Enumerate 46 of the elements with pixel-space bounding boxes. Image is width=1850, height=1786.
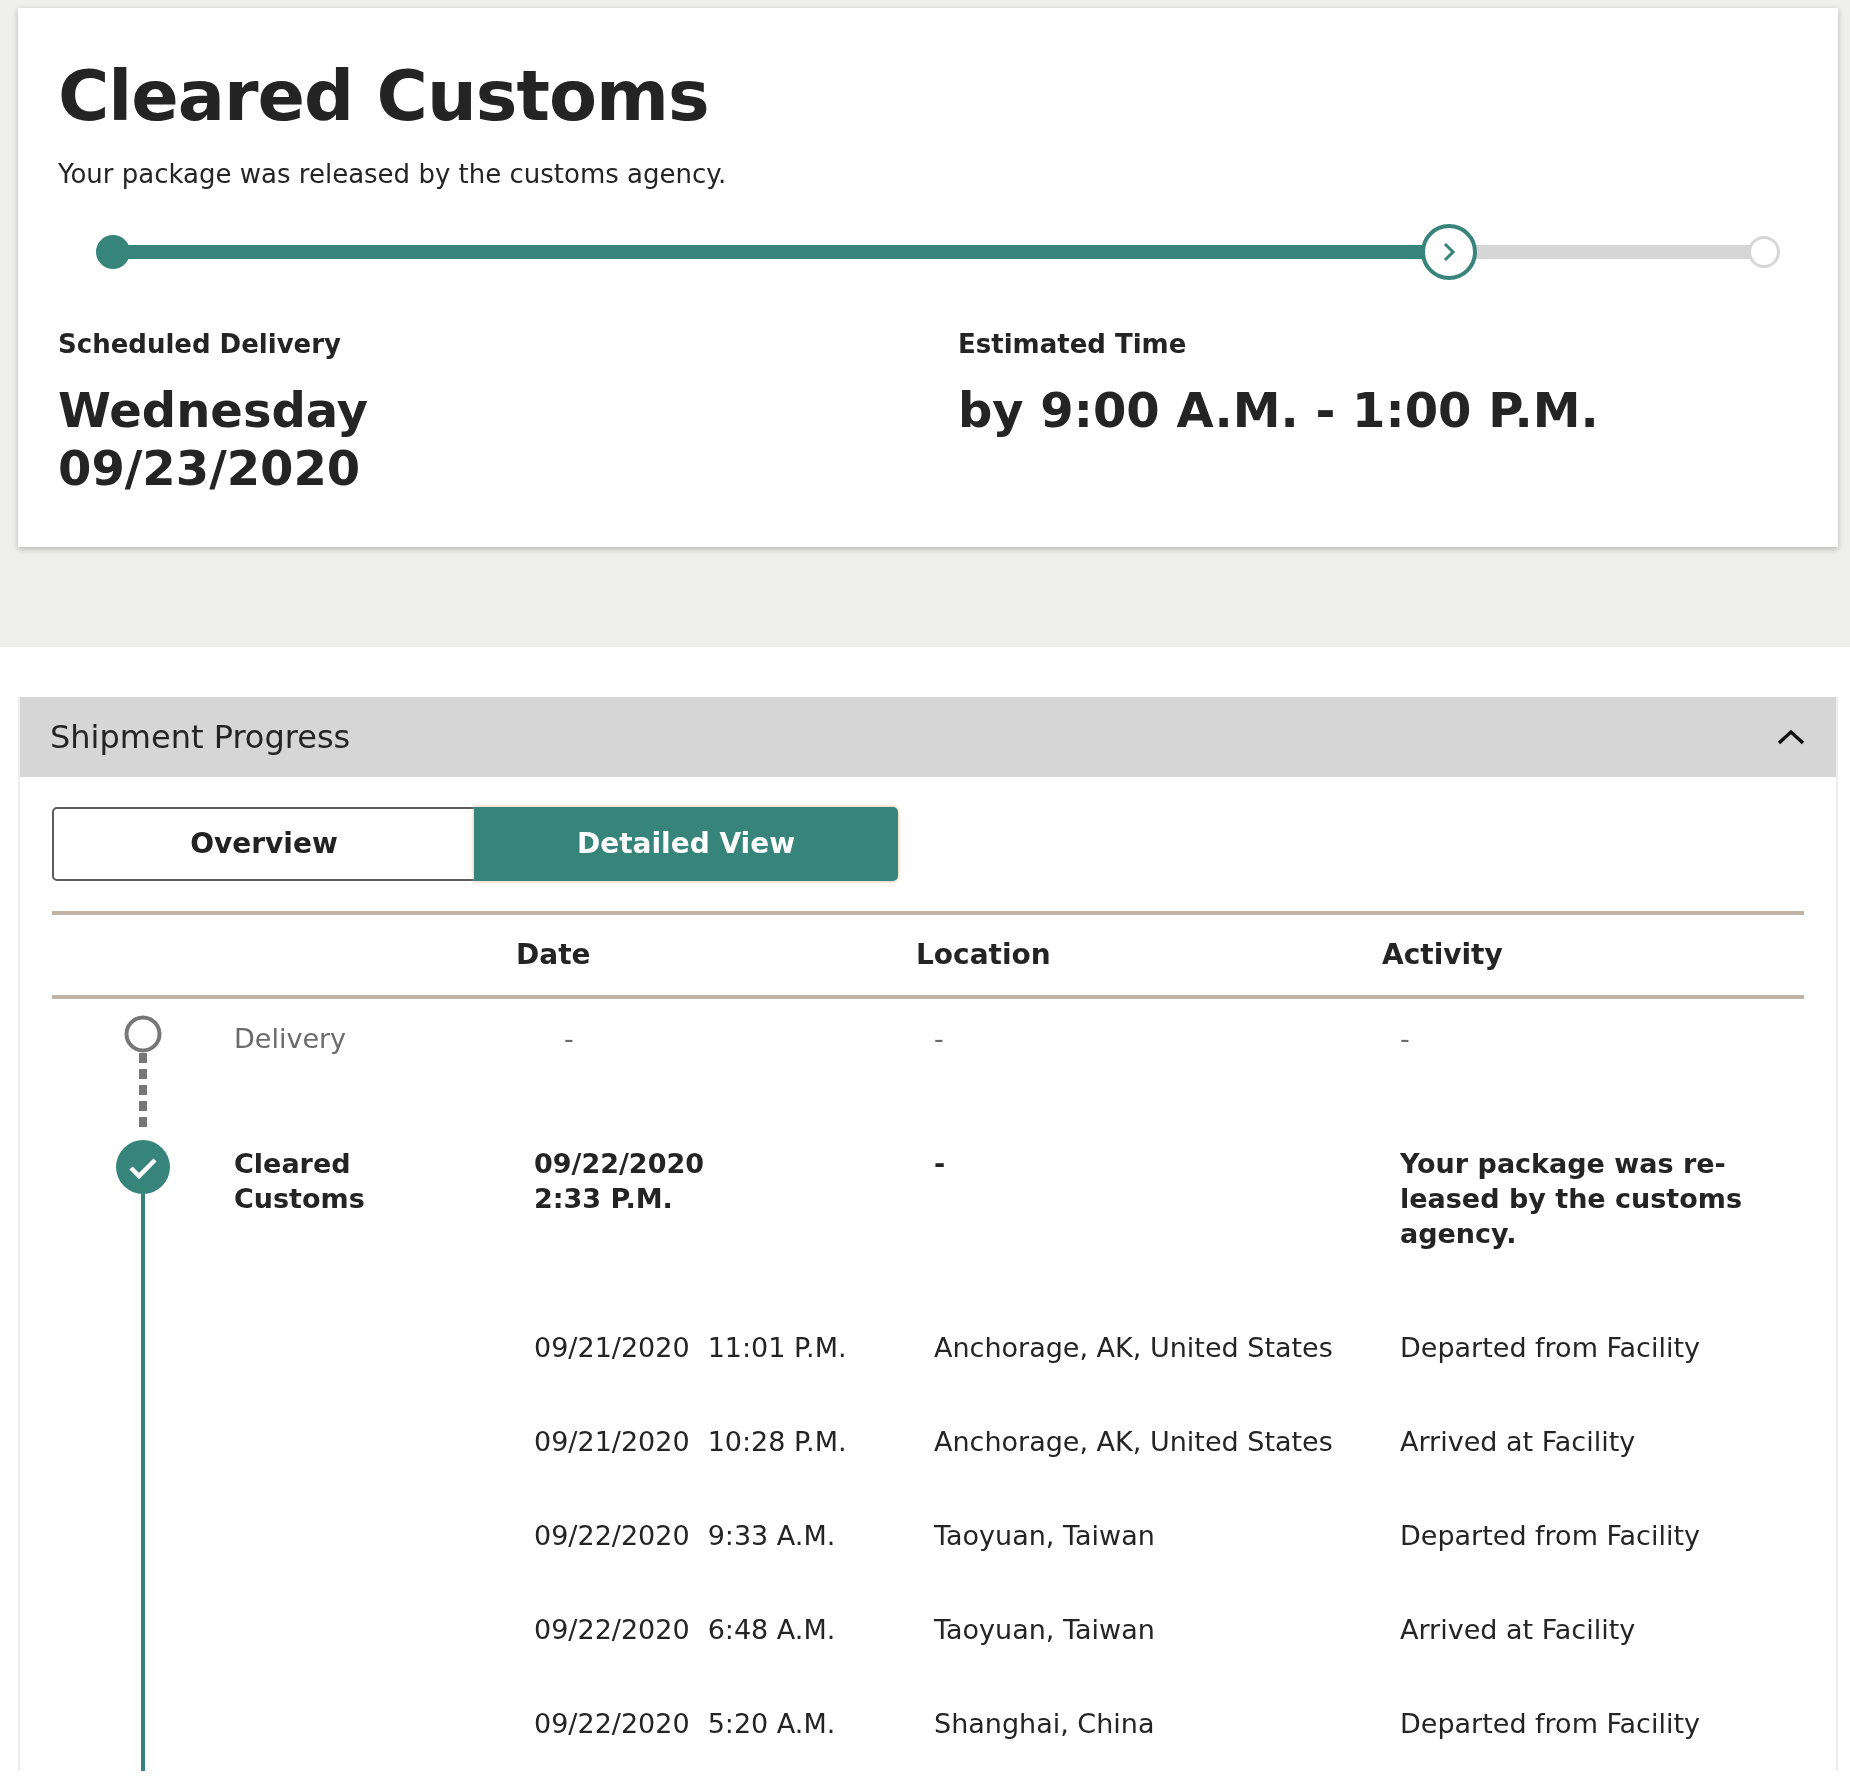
estimated-time-label: Estimated Time [958,328,1188,361]
view-tab[interactable]: Detailed View [474,807,898,882]
scheduled-date: 09/23/2020 [58,439,362,498]
scheduled-delivery-label: Scheduled Delivery [58,328,342,361]
event-location: Taoyuan, Taiwan [934,1518,1156,1553]
event-time: 10:28 P.M. [707,1424,847,1459]
event-activity: Departed from Facility [1400,1518,1702,1553]
column-header: Activity [1382,937,1504,974]
status-description: Your package was released by the customs agency. [58,158,728,191]
scheduled-day: Wednesday [58,382,958,440]
view-tab[interactable]: Overview [52,807,476,882]
event-date: 09/22/2020 [534,1612,690,1647]
milestone-date: - [564,1022,575,1057]
event-date: 09/22/2020 [534,1706,690,1741]
event-date: 09/21/2020 [534,1424,690,1459]
column-header: Date [516,937,592,974]
event-time: 6:48 A.M. [707,1612,836,1647]
end-dot [1748,236,1780,268]
event-activity: Arrived at Facility [1400,1612,1637,1647]
event-date: 09/22/2020 [534,1518,690,1553]
chevron-up-icon[interactable] [1776,727,1806,747]
event-date: 09/21/2020 [534,1330,690,1365]
event-time: 11:01 P.M. [707,1330,847,1365]
milestone-status: Cleared Customs [234,1146,366,1216]
status-title: Cleared Customs [58,58,710,135]
milestone-activity: Your package was re-leased by the customs agency. [1400,1146,1744,1251]
milestone-location: - [934,1146,947,1181]
event-location: Shanghai, China [934,1706,1156,1741]
event-activity: Departed from Facility [1400,1706,1702,1741]
panel-title: Shipment Progress [50,717,351,759]
event-location: Anchorage, AK, United States [934,1424,1334,1459]
chevron-right-icon [1442,241,1457,263]
column-header: Location [916,937,1052,974]
milestone-time: 2:33 P.M. [534,1181,674,1216]
event-location: Anchorage, AK, United States [934,1330,1334,1365]
event-location: Taoyuan, Taiwan [934,1612,1156,1647]
estimated-time: by 9:00 A.M. - 1:00 P.M. [958,382,1600,440]
milestone-activity: - [1400,1022,1411,1057]
event-time: 5:20 A.M. [707,1706,836,1741]
event-time: 9:33 A.M. [707,1518,836,1553]
event-activity: Arrived at Facility [1400,1424,1637,1459]
milestone-status: Delivery [234,1022,347,1057]
start-dot [96,235,130,269]
milestone-location: - [934,1022,945,1057]
event-activity: Departed from Facility [1400,1330,1702,1365]
milestone-date: 09/22/2020 [534,1146,705,1181]
